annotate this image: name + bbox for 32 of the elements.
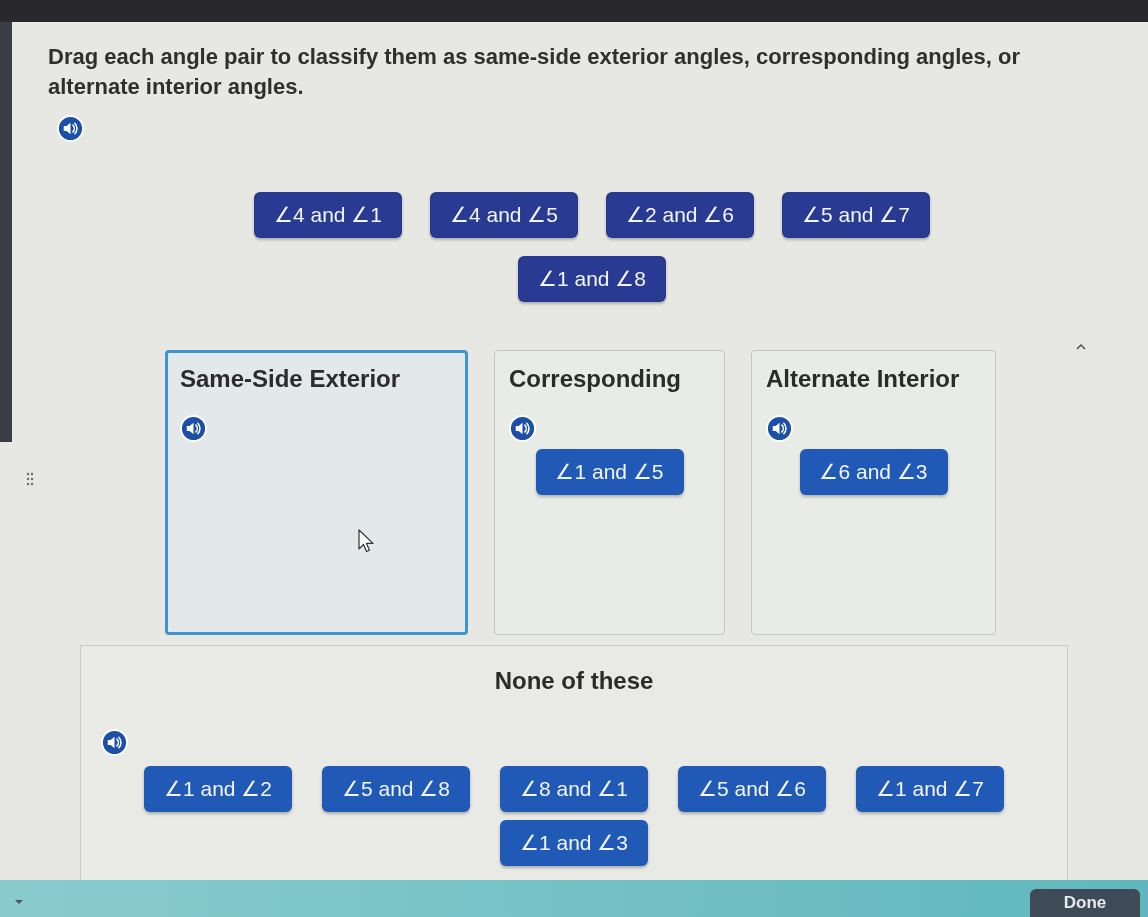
category-drop-zone[interactable]: Alternate Interior ∠6 and ∠3 — [751, 350, 996, 635]
angle-pair-tile[interactable]: ∠4 and ∠1 — [254, 192, 402, 238]
angle-pair-tile[interactable]: ∠6 and ∠3 — [799, 449, 948, 495]
angle-pair-tile[interactable]: ∠8 and ∠1 — [500, 766, 648, 812]
angle-pair-tile[interactable]: ∠5 and ∠7 — [782, 192, 930, 238]
caret-up-icon — [1076, 344, 1086, 350]
angle-pair-tile[interactable]: ∠1 and ∠3 — [500, 820, 648, 866]
category-title: Corresponding — [509, 364, 681, 394]
category-title: Same-Side Exterior — [180, 364, 401, 394]
category-title: None of these — [494, 666, 654, 696]
angle-pair-tile[interactable]: ∠5 and ∠6 — [678, 766, 826, 812]
angle-pair-tile[interactable]: ∠4 and ∠5 — [430, 192, 578, 238]
speaker-icon[interactable] — [101, 729, 128, 756]
angle-pair-tile[interactable]: ∠2 and ∠6 — [606, 192, 754, 238]
angle-pair-tile[interactable]: ∠5 and ∠8 — [322, 766, 470, 812]
category-drop-zone[interactable]: Corresponding ∠1 and ∠5 — [494, 350, 725, 635]
done-button[interactable]: Done — [1030, 889, 1140, 917]
category-drop-zone[interactable]: Same-Side Exterior — [165, 350, 468, 635]
caret-down-icon — [14, 899, 24, 905]
angle-pair-tile[interactable]: ∠1 and ∠7 — [856, 766, 1004, 812]
mouse-pointer-icon — [358, 529, 374, 553]
none-of-these-drop-zone[interactable]: None of these ∠1 and ∠2 ∠5 and ∠8 ∠8 and ∠1 ∠5 and ∠6 ∠1 and ∠7 ∠1 and ∠3 — [80, 645, 1068, 880]
category-title: Alternate Interior — [766, 364, 960, 394]
instructions-text: Drag each angle pair to classify them as same-side exterior angles, corresponding angles, or alternate interior angles. — [48, 43, 1021, 101]
grip-icon — [26, 472, 34, 486]
angle-pair-tile[interactable]: ∠1 and ∠2 — [144, 766, 292, 812]
speaker-icon[interactable] — [180, 415, 207, 442]
angle-pair-tile[interactable]: ∠1 and ∠8 — [518, 256, 666, 302]
speaker-icon[interactable] — [766, 415, 793, 442]
speaker-icon[interactable] — [509, 415, 536, 442]
speaker-icon[interactable] — [57, 115, 84, 142]
angle-pair-tile[interactable]: ∠1 and ∠5 — [535, 449, 684, 495]
